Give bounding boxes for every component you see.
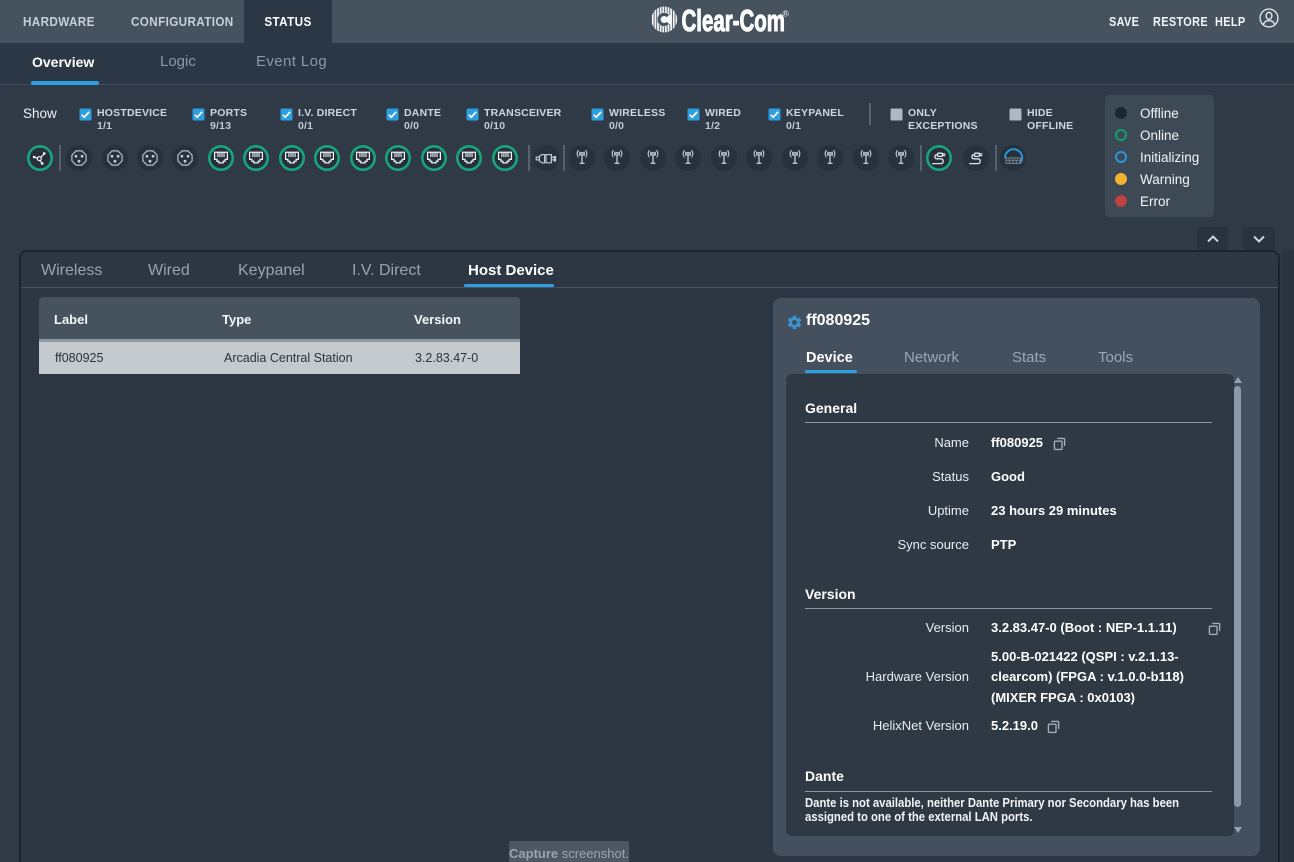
svg-text:®: ® bbox=[783, 9, 790, 19]
svg-text:Clear-Com: Clear-Com bbox=[682, 6, 785, 38]
